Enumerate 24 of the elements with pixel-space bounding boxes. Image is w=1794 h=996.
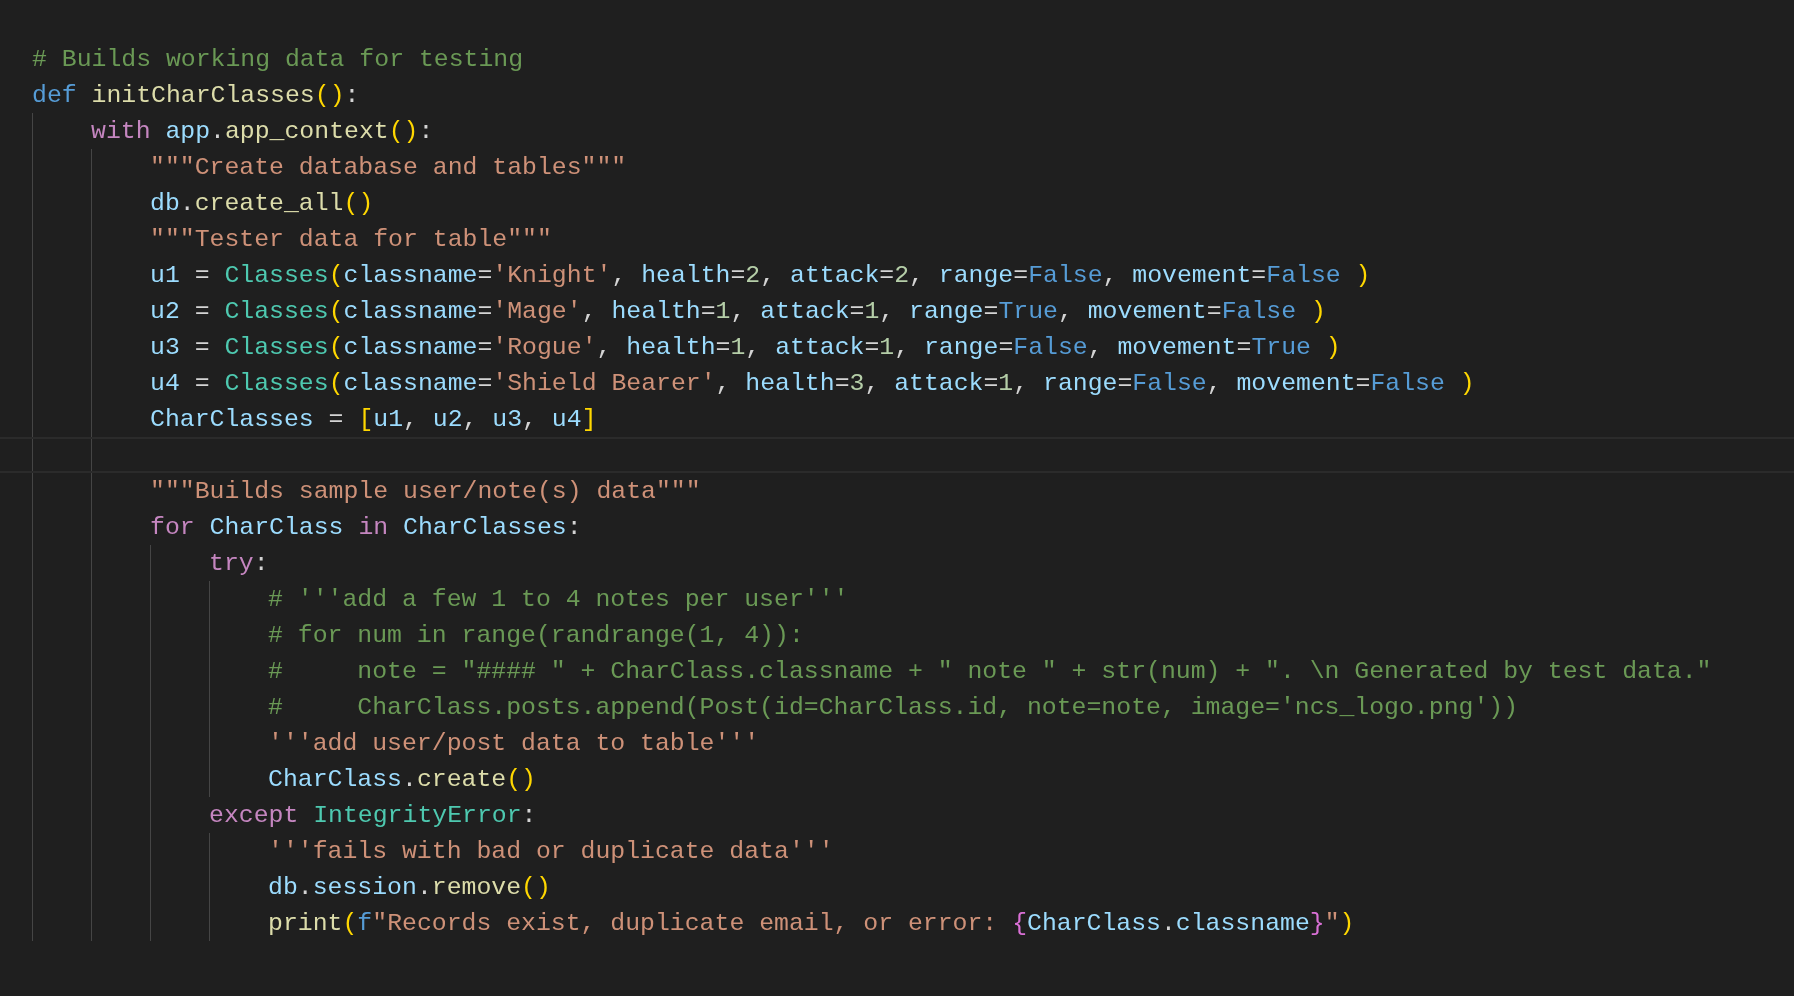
code-line: CharClass.create() [268,764,536,795]
code-line: '''add user/post data to table''' [268,728,760,759]
code-line: u3 = Classes(classname='Rogue', health=1, attack=1, range=False, movement=True ) [150,332,1341,363]
code-line: # CharClass.posts.append(Post(id=CharClass.id, note=note, image='ncs_logo.png')) [268,692,1519,723]
code-line: print(f"Records exist, duplicate email, or error: {CharClass.classname}") [268,908,1355,939]
code-line: u1 = Classes(classname='Knight', health=2, attack=2, range=False, movement=False ) [150,260,1371,291]
code-line: """Tester data for table""" [150,224,552,255]
code-line: # Builds working data for testing [32,44,524,75]
code-line: """Builds sample user/note(s) data""" [150,476,701,507]
code-line: with app.app_context(): [91,116,434,147]
code-line: for CharClass in CharClasses: [150,512,582,543]
code-line: CharClasses = [u1, u2, u3, u4] [150,404,597,435]
code-line: # for num in range(randrange(1, 4)): [268,620,804,651]
code-line: """Create database and tables""" [150,152,627,183]
code-line: try: [209,548,269,579]
code-line: u4 = Classes(classname='Shield Bearer', health=3, attack=1, range=False, movement=False ) [150,368,1475,399]
code-line: except IntegrityError: [209,800,537,831]
code-line: # '''add a few 1 to 4 notes per user''' [268,584,849,615]
code-line: # note = "#### " + CharClass.classname + " note " + str(num) + ". \n Generated by test data." [268,656,1712,687]
code-line: def initCharClasses(): [32,80,360,111]
code-line: db.session.remove() [268,872,551,903]
code-line: db.create_all() [150,188,374,219]
code-line: u2 = Classes(classname='Mage', health=1, attack=1, range=True, movement=False ) [150,296,1326,327]
code-line: '''fails with bad or duplicate data''' [268,836,834,867]
